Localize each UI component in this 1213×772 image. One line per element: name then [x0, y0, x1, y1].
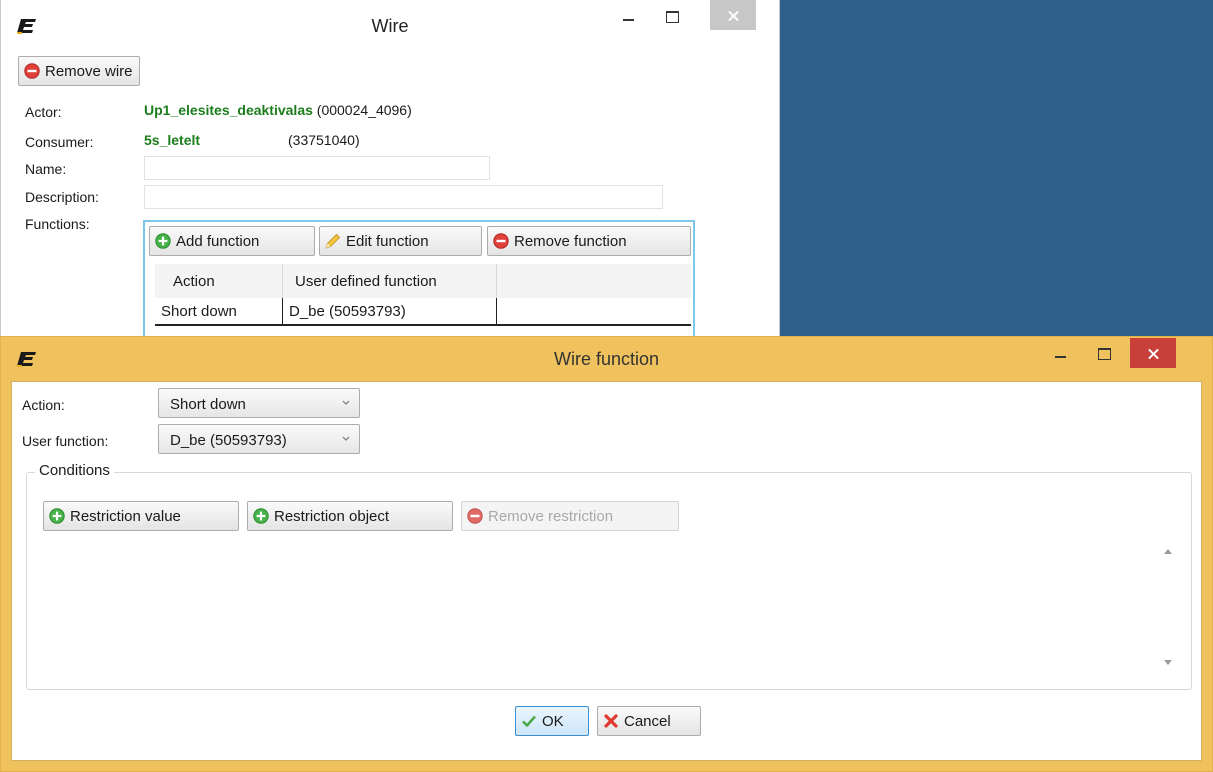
functions-panel: Add function Edit function Remove functi…: [143, 220, 695, 340]
maximize-button[interactable]: [657, 0, 687, 30]
remove-icon: [24, 63, 40, 79]
wire-function-window: Wire function Action: Short down User fu…: [0, 336, 1213, 772]
cancel-label: Cancel: [624, 712, 671, 730]
remove-restriction-button[interactable]: Remove restriction: [461, 501, 679, 531]
wire-function-window-title: Wire function: [553, 349, 660, 369]
consumer-id: (33751040): [288, 132, 360, 148]
edit-function-button[interactable]: Edit function: [319, 226, 482, 256]
edit-function-label: Edit function: [346, 232, 429, 250]
wire-titlebar[interactable]: Wire: [1, 0, 779, 52]
conditions-scrollbar[interactable]: [1159, 545, 1177, 669]
add-icon: [49, 508, 65, 524]
name-label: Name:: [25, 161, 67, 177]
scroll-up-arrow[interactable]: [1164, 549, 1172, 554]
remove-function-button[interactable]: Remove function: [487, 226, 691, 256]
actor-name-text: Up1_elesites_deaktivalas: [144, 102, 313, 118]
description-label: Description:: [25, 189, 99, 205]
cell-user-function[interactable]: D_be (50593793): [283, 298, 497, 324]
add-icon: [253, 508, 269, 524]
conditions-group: Conditions Restriction value Restriction…: [26, 462, 1192, 690]
functions-grid: Action User defined function Short down …: [155, 264, 691, 326]
remove-function-label: Remove function: [514, 232, 627, 250]
consumer-label: Consumer:: [25, 134, 94, 150]
restriction-object-button[interactable]: Restriction object: [247, 501, 453, 531]
column-header-user-function[interactable]: User defined function: [283, 264, 497, 298]
close-button[interactable]: [1130, 338, 1176, 368]
consumer-name: 5s_letelt: [144, 132, 201, 148]
description-field[interactable]: [144, 185, 663, 209]
cell-action[interactable]: Short down: [155, 298, 283, 324]
table-row[interactable]: Short down D_be (50593793): [155, 298, 691, 326]
add-function-label: Add function: [176, 232, 260, 250]
ok-button[interactable]: OK: [515, 706, 589, 736]
wire-function-titlebar[interactable]: Wire function: [1, 337, 1212, 379]
actor-label: Actor:: [25, 104, 62, 120]
conditions-legend: Conditions: [35, 462, 114, 479]
action-label: Action:: [22, 397, 65, 413]
chevron-down-icon: [342, 436, 350, 441]
action-select-value: Short down: [170, 396, 246, 413]
user-function-label: User function:: [22, 433, 109, 449]
check-icon: [522, 715, 536, 727]
add-icon: [155, 233, 171, 249]
actor-id: (000024_4096): [316, 102, 412, 118]
restriction-value-button[interactable]: Restriction value: [43, 501, 239, 531]
remove-restriction-label: Remove restriction: [488, 507, 614, 525]
cancel-button[interactable]: Cancel: [597, 706, 701, 736]
chevron-down-icon: [342, 400, 350, 405]
close-button[interactable]: [710, 0, 756, 30]
scroll-down-arrow[interactable]: [1164, 660, 1172, 665]
wire-window: Wire Remove wire Actor: Up1_elesites_dea…: [0, 0, 780, 340]
pencil-icon: [325, 233, 341, 249]
functions-label: Functions:: [25, 216, 90, 232]
action-select[interactable]: Short down: [158, 388, 360, 418]
user-function-select-value: D_be (50593793): [170, 432, 287, 449]
remove-wire-label: Remove wire: [45, 62, 133, 80]
user-function-select[interactable]: D_be (50593793): [158, 424, 360, 454]
restriction-object-label: Restriction object: [274, 507, 390, 525]
restriction-value-label: Restriction value: [70, 507, 181, 525]
remove-icon: [493, 233, 509, 249]
add-function-button[interactable]: Add function: [149, 226, 315, 256]
grid-header-row: Action User defined function: [155, 264, 691, 298]
maximize-button[interactable]: [1089, 337, 1119, 367]
column-header-filler: [497, 264, 691, 298]
minimize-button[interactable]: [613, 0, 643, 30]
cell-filler: [497, 298, 691, 324]
remove-wire-button[interactable]: Remove wire: [18, 56, 140, 86]
name-field[interactable]: [144, 156, 490, 180]
column-header-action[interactable]: Action: [155, 264, 283, 298]
cancel-x-icon: [604, 714, 618, 728]
wire-function-body: Action: Short down User function: D_be (…: [11, 381, 1202, 761]
ok-label: OK: [542, 712, 564, 730]
minimize-button[interactable]: [1045, 337, 1075, 367]
actor-name: Up1_elesites_deaktivalas (000024_4096): [144, 102, 412, 118]
remove-icon: [467, 508, 483, 524]
